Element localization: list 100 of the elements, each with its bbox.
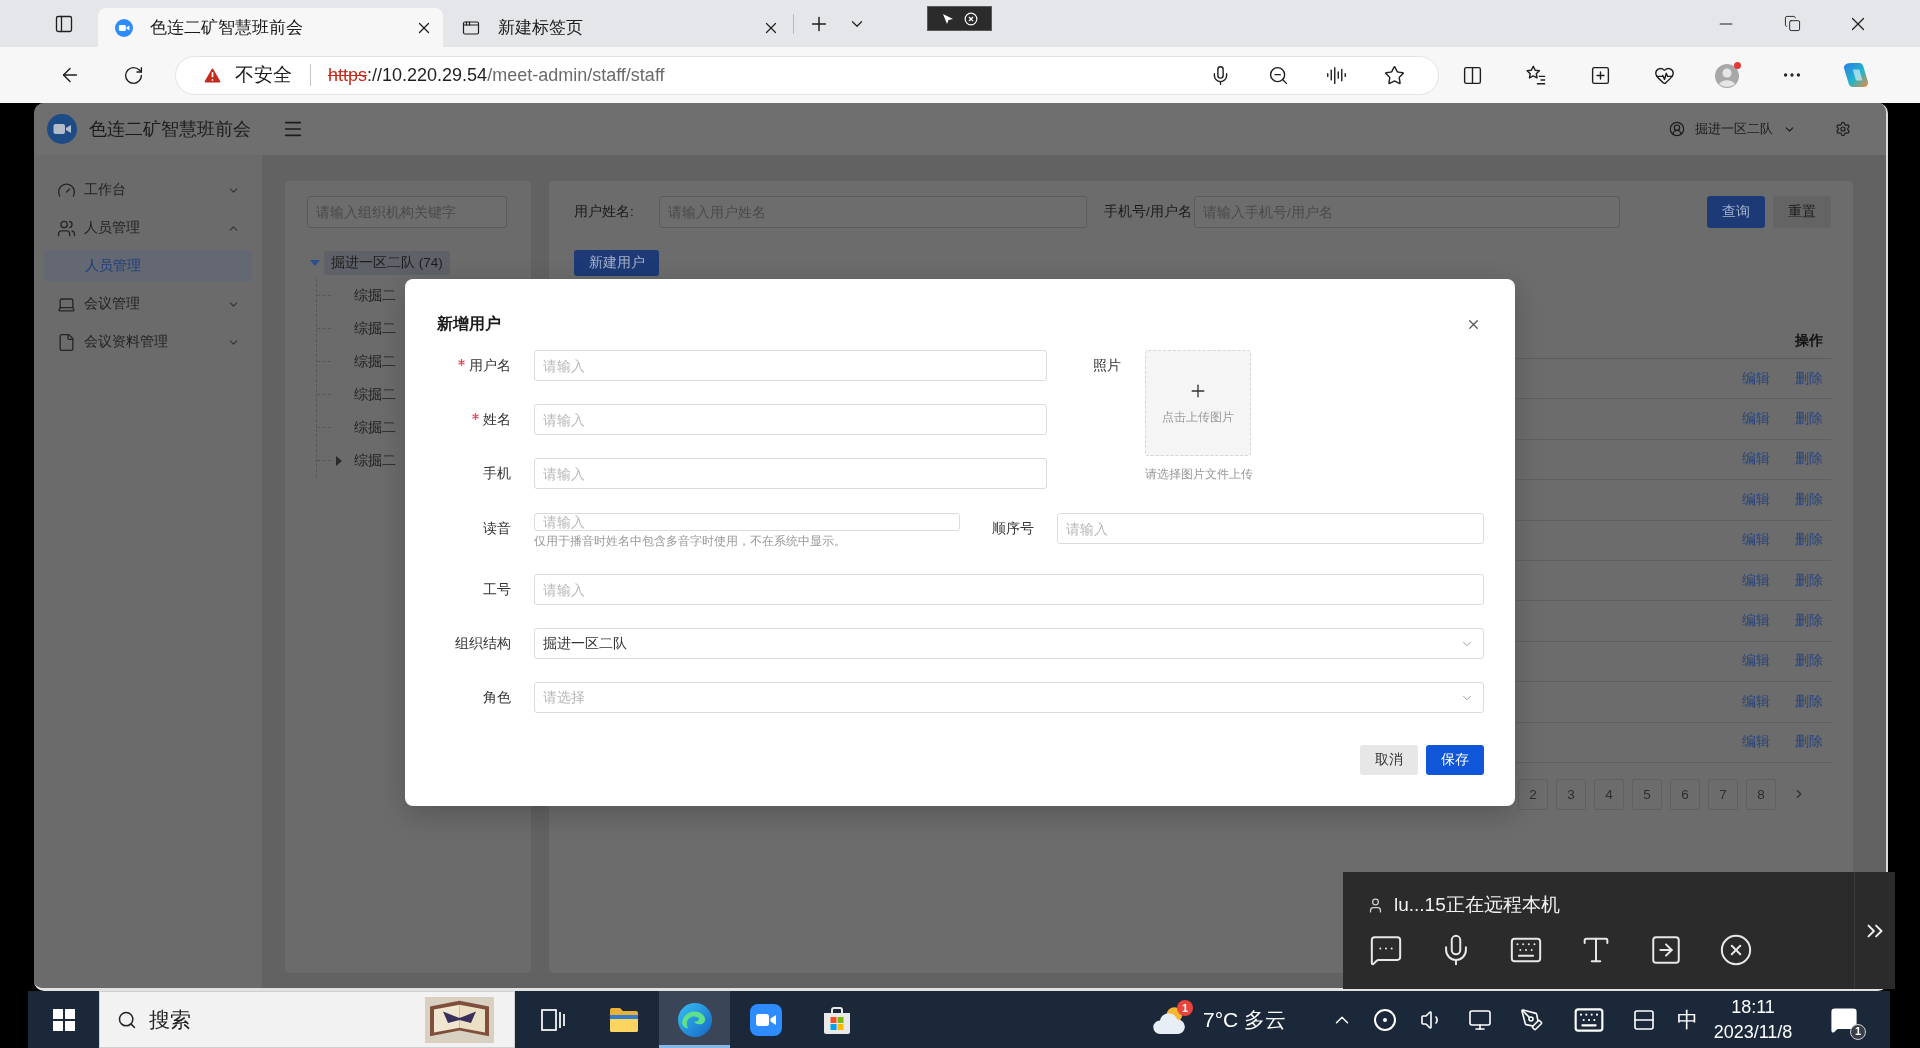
page-button[interactable]: 2 (1518, 778, 1548, 810)
page-button[interactable]: 5 (1632, 778, 1662, 810)
cancel-button[interactable]: 取消 (1360, 745, 1418, 775)
sidebar-item[interactable]: 工作台 (44, 171, 252, 209)
clock-date[interactable]: 2023/11/8 (1713, 1021, 1793, 1043)
tree-item[interactable]: 综掘二 (334, 415, 398, 440)
sidebar-subitem[interactable]: 人员管理 (44, 250, 252, 282)
edit-link[interactable]: 编辑 (1742, 571, 1770, 590)
star-icon[interactable] (1383, 64, 1405, 86)
tree-item[interactable]: 综掘二 (334, 349, 398, 374)
edit-link[interactable]: 编辑 (1742, 490, 1770, 509)
sound-wave-icon[interactable] (1325, 64, 1347, 86)
browser-tab[interactable]: 新建标签页 (450, 8, 790, 47)
site-info-button[interactable]: 不安全 (191, 62, 292, 88)
wave-circle-icon[interactable] (677, 1002, 712, 1037)
delete-link[interactable]: 删除 (1795, 369, 1823, 388)
split-rectangle-icon[interactable] (1631, 1007, 1656, 1032)
restore-icon[interactable] (1783, 15, 1801, 32)
url-text: https://10.220.29.54/meet-admin/staff/staff (328, 64, 665, 86)
sidebar-item[interactable]: 会议资料管理 (44, 323, 252, 361)
avatar-icon[interactable] (1714, 61, 1742, 89)
field-label: 读音 (483, 519, 511, 538)
shopping-bag-icon[interactable] (821, 1004, 852, 1035)
chat-icon[interactable] (1369, 933, 1403, 967)
settings-icon[interactable] (1835, 121, 1851, 137)
refresh-icon[interactable] (122, 64, 144, 86)
photo-upload-button[interactable]: 点击上传图片 (1145, 350, 1251, 456)
remote-status-text: lu...15正在远程本机 (1394, 893, 1560, 917)
users-icon (57, 218, 76, 238)
delete-link[interactable]: 删除 (1795, 692, 1823, 711)
page-button[interactable]: 8 (1746, 778, 1776, 810)
field-label: 姓名 (483, 410, 511, 429)
edit-link[interactable]: 编辑 (1742, 692, 1770, 711)
monitor-icon[interactable] (1468, 1007, 1492, 1032)
edit-link[interactable]: 编辑 (1742, 410, 1770, 429)
browser-tab[interactable]: 色连二矿智慧班前会 (98, 8, 443, 47)
pointer-icon[interactable] (941, 12, 954, 25)
reset-button[interactable]: 重置 (1773, 196, 1831, 228)
tree-item[interactable]: 综掘二 (334, 448, 398, 473)
edit-link[interactable]: 编辑 (1742, 450, 1770, 469)
select-field[interactable]: 掘进一区二队 (534, 628, 1484, 659)
search-input[interactable]: 搜索 (147, 1006, 425, 1033)
edit-link[interactable]: 编辑 (1742, 733, 1770, 752)
start-menu-icon[interactable] (52, 1008, 75, 1031)
delete-link[interactable]: 删除 (1795, 733, 1823, 752)
edit-link[interactable]: 编辑 (1742, 369, 1770, 388)
edit-link[interactable]: 编辑 (1742, 652, 1770, 671)
sidebar-item[interactable]: 会议管理 (44, 285, 252, 323)
delete-link[interactable]: 删除 (1795, 652, 1823, 671)
tree-item[interactable]: 综掘二 (334, 316, 398, 341)
field-label: 照片 (1093, 356, 1121, 375)
window-icon (462, 18, 480, 37)
delete-link[interactable]: 删除 (1795, 450, 1823, 469)
delete-link[interactable]: 删除 (1795, 490, 1823, 509)
logo-icon (47, 114, 77, 144)
field-label: 组织结构 (455, 634, 511, 653)
new-user-button[interactable]: 新建用户 (574, 250, 659, 276)
zoom-out-icon[interactable] (1267, 64, 1289, 86)
delete-link[interactable]: 删除 (1795, 612, 1823, 631)
add-square-icon[interactable] (1589, 64, 1611, 86)
column-header: 操作 (1795, 332, 1823, 350)
open-book-icon (425, 996, 494, 1043)
task-view-icon[interactable] (540, 1008, 565, 1031)
page-button[interactable]: 3 (1556, 778, 1586, 810)
user-icon (1367, 896, 1384, 914)
folder-icon[interactable] (608, 1006, 639, 1033)
favorites-icon[interactable] (1525, 64, 1547, 86)
field-hint: 仅用于播音时姓名中包含多音字时使用，不在系统中显示。 (534, 534, 847, 549)
tab-actions-icon[interactable] (54, 13, 74, 34)
page-button[interactable]: 7 (1708, 778, 1738, 810)
caret-right-icon[interactable] (334, 455, 344, 466)
gradient-logo-icon[interactable] (1843, 62, 1869, 88)
input-method-indicator[interactable]: 中 (1677, 1005, 1698, 1034)
video-camera-icon[interactable] (749, 1003, 782, 1036)
select-field[interactable]: 请选择 (534, 682, 1484, 713)
app-title: 色连二矿智慧班前会 (89, 118, 251, 141)
notification-badge: 1 (1177, 1000, 1193, 1016)
delete-link[interactable]: 删除 (1795, 571, 1823, 590)
tree-item[interactable]: 综掘二 (334, 382, 398, 407)
clock-time[interactable]: 18:11 (1731, 996, 1775, 1018)
edit-link[interactable]: 编辑 (1742, 612, 1770, 631)
delete-link[interactable]: 删除 (1795, 531, 1823, 550)
file-icon (57, 332, 76, 352)
close-icon[interactable] (1719, 933, 1753, 967)
query-button[interactable]: 查询 (1707, 196, 1765, 228)
delete-link[interactable]: 删除 (1795, 410, 1823, 429)
sidebar-item[interactable]: 人员管理 (44, 209, 252, 247)
save-button[interactable]: 保存 (1426, 745, 1484, 775)
tree-item[interactable]: 综掘二 (334, 283, 398, 308)
split-screen-icon[interactable] (1461, 64, 1483, 86)
page-button[interactable]: 6 (1670, 778, 1700, 810)
video-camera-logo-icon (115, 18, 133, 37)
weather-text[interactable]: 7°C 多云 (1203, 1005, 1287, 1034)
edit-link[interactable]: 编辑 (1742, 531, 1770, 550)
pen-icon[interactable] (1520, 1007, 1544, 1032)
page-button[interactable]: 4 (1594, 778, 1624, 810)
search-icon (117, 1009, 137, 1030)
field-label: 用户姓名: (574, 203, 635, 221)
address-bar[interactable]: 不安全 https://10.220.29.54/meet-admin/staff/staff (175, 55, 1439, 95)
circle-dot-icon[interactable] (1373, 1007, 1397, 1032)
